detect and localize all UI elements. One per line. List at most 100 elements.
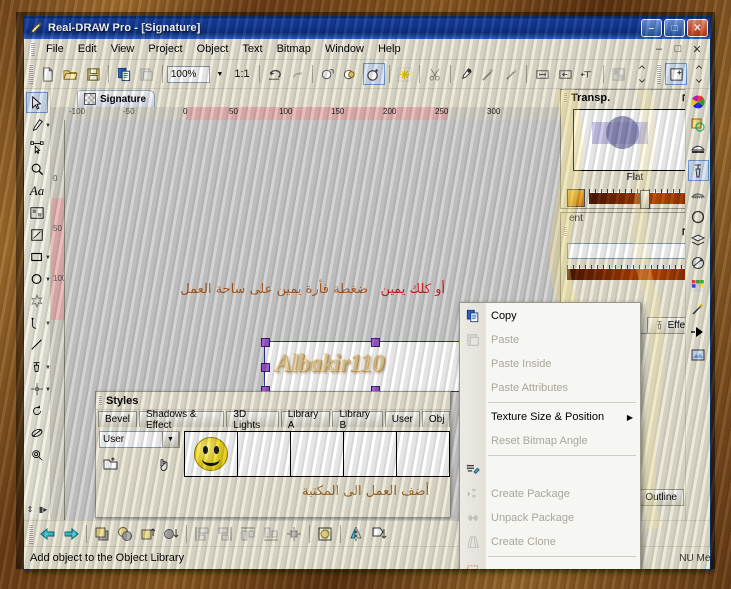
object-down-icon[interactable] bbox=[160, 523, 182, 545]
pointer-select-icon[interactable] bbox=[26, 92, 48, 113]
fountain-pen-icon[interactable]: ▼ bbox=[26, 356, 51, 377]
palette-scroll-updown-icon[interactable]: ⇕ bbox=[27, 505, 34, 514]
tab-3d-lights[interactable]: 3D Lights bbox=[226, 409, 279, 431]
rotate-icon[interactable] bbox=[26, 400, 48, 421]
tab-library-b[interactable]: Library B bbox=[332, 409, 383, 431]
secondary-panel-combo[interactable]: ▼ bbox=[567, 243, 703, 259]
tab-shadows-effect[interactable]: Shadows & Effect bbox=[139, 409, 225, 431]
rectangle-icon[interactable]: ▼ bbox=[26, 246, 51, 267]
style-swatch-cell[interactable] bbox=[291, 432, 344, 476]
transparency-color-swatch[interactable] bbox=[567, 189, 585, 207]
context-menu-item-copy[interactable]: Copy bbox=[460, 304, 640, 328]
object-fill-icon[interactable] bbox=[340, 63, 362, 85]
style-swatch-cell[interactable] bbox=[344, 432, 397, 476]
styles-library-combo[interactable]: User ▼ bbox=[99, 431, 180, 448]
object-up-icon[interactable] bbox=[137, 523, 159, 545]
toolbar-grip[interactable] bbox=[29, 524, 33, 544]
mdi-close-button[interactable]: ✕ bbox=[690, 43, 704, 56]
line-icon[interactable] bbox=[26, 334, 48, 355]
hand-pointer-icon[interactable] bbox=[156, 456, 172, 477]
resize-handle-nw[interactable] bbox=[261, 338, 270, 347]
transparency-slider-thumb[interactable] bbox=[640, 190, 651, 209]
bevel-icon[interactable] bbox=[688, 137, 709, 158]
text-frame-icon[interactable] bbox=[577, 63, 599, 85]
menu-window[interactable]: Window bbox=[318, 41, 371, 57]
mirror-icon[interactable] bbox=[345, 523, 367, 545]
new-document-icon[interactable] bbox=[37, 63, 59, 85]
open-folder-icon[interactable] bbox=[103, 457, 119, 476]
panel-grip[interactable] bbox=[564, 92, 567, 103]
sparkle-icon[interactable] bbox=[394, 63, 416, 85]
chevron-down-icon[interactable]: ▼ bbox=[162, 431, 179, 448]
align-center-icon[interactable] bbox=[283, 523, 305, 545]
menu-object[interactable]: Object bbox=[190, 41, 236, 57]
align-left-icon[interactable] bbox=[191, 523, 213, 545]
object-front-icon[interactable] bbox=[91, 523, 113, 545]
style-swatch-cell[interactable] bbox=[238, 432, 291, 476]
ellipse-icon[interactable]: ▼ bbox=[26, 268, 51, 289]
node-edit-icon[interactable] bbox=[26, 136, 48, 157]
text-aa-icon[interactable]: Aa bbox=[26, 180, 48, 201]
menu-bitmap[interactable]: Bitmap bbox=[270, 41, 318, 57]
selected-object[interactable]: Albakir110 bbox=[261, 338, 489, 395]
curve-icon[interactable]: ▼ bbox=[26, 312, 51, 333]
resize-handle-w[interactable] bbox=[261, 363, 270, 372]
context-menu-item-texture-size-position[interactable]: Texture Size & Position ▶ bbox=[460, 405, 640, 429]
transparency-preview[interactable] bbox=[573, 109, 697, 171]
scroll-spin2-icon[interactable] bbox=[688, 63, 710, 85]
light-cross-icon[interactable]: ▼ bbox=[26, 378, 51, 399]
maximize-button[interactable]: □ bbox=[664, 19, 685, 37]
shadow-icon[interactable] bbox=[688, 183, 709, 204]
brush-icon[interactable]: ▼ bbox=[26, 114, 51, 135]
checker-icon[interactable] bbox=[608, 63, 630, 85]
texture-fill-icon[interactable] bbox=[688, 114, 709, 135]
panel-grip[interactable] bbox=[99, 395, 102, 406]
bitmap-icon[interactable] bbox=[26, 202, 48, 223]
tab-signature[interactable]: Signature bbox=[77, 90, 156, 107]
add-frame-icon[interactable] bbox=[665, 63, 687, 85]
eyedropper-icon[interactable] bbox=[455, 63, 477, 85]
color-grid-icon[interactable] bbox=[688, 275, 709, 296]
tab-library-a[interactable]: Library A bbox=[280, 409, 331, 431]
align-frame-icon[interactable] bbox=[554, 63, 576, 85]
redo-icon[interactable] bbox=[286, 63, 308, 85]
object-add-icon[interactable] bbox=[317, 63, 339, 85]
flip-icon[interactable] bbox=[368, 523, 390, 545]
menu-grip[interactable] bbox=[30, 42, 35, 56]
distort-icon[interactable] bbox=[26, 422, 48, 443]
pen-nib-icon[interactable] bbox=[687, 160, 709, 181]
mdi-minimize-button[interactable]: – bbox=[652, 43, 666, 56]
toolbar-grip[interactable] bbox=[29, 64, 33, 84]
ellipse-outline-icon[interactable] bbox=[688, 206, 709, 227]
context-menu-item-break-path[interactable] bbox=[460, 559, 640, 569]
align-bottom-icon[interactable] bbox=[260, 523, 282, 545]
tab-obj[interactable]: Obj bbox=[421, 411, 450, 427]
align-top-icon[interactable] bbox=[237, 523, 259, 545]
object-back-icon[interactable] bbox=[114, 523, 136, 545]
tab-user[interactable]: User bbox=[384, 411, 420, 427]
magic-pen-icon[interactable] bbox=[688, 298, 709, 319]
undo-icon[interactable] bbox=[264, 63, 286, 85]
mdi-restore-button[interactable]: □ bbox=[671, 43, 685, 56]
arrow-left-icon[interactable] bbox=[37, 523, 59, 545]
palette-expand-icon[interactable]: ▮▸ bbox=[39, 505, 47, 514]
arrow-right-icon[interactable] bbox=[60, 523, 82, 545]
scissors-icon[interactable] bbox=[424, 63, 446, 85]
open-folder-icon[interactable] bbox=[60, 63, 82, 85]
menu-text[interactable]: Text bbox=[235, 41, 269, 57]
scroll-spin-icon[interactable] bbox=[631, 63, 653, 85]
center-object-icon[interactable] bbox=[314, 523, 336, 545]
magic-stars-icon[interactable] bbox=[501, 63, 523, 85]
panel-grip[interactable] bbox=[564, 226, 567, 237]
menu-view[interactable]: View bbox=[104, 41, 142, 57]
layers-stack-icon[interactable] bbox=[688, 229, 709, 250]
preview-icon[interactable] bbox=[688, 344, 709, 365]
paint-tilt-icon[interactable] bbox=[26, 224, 48, 245]
context-menu-item-create-package[interactable] bbox=[460, 458, 640, 482]
object-new-icon[interactable] bbox=[362, 63, 385, 85]
zoom-ratio-label[interactable]: 1:1 bbox=[229, 68, 254, 80]
menu-help[interactable]: Help bbox=[371, 41, 408, 57]
fit-frame-icon[interactable] bbox=[531, 63, 553, 85]
zoom-level-input[interactable]: 100% bbox=[166, 65, 211, 83]
menu-file[interactable]: File bbox=[39, 41, 71, 57]
